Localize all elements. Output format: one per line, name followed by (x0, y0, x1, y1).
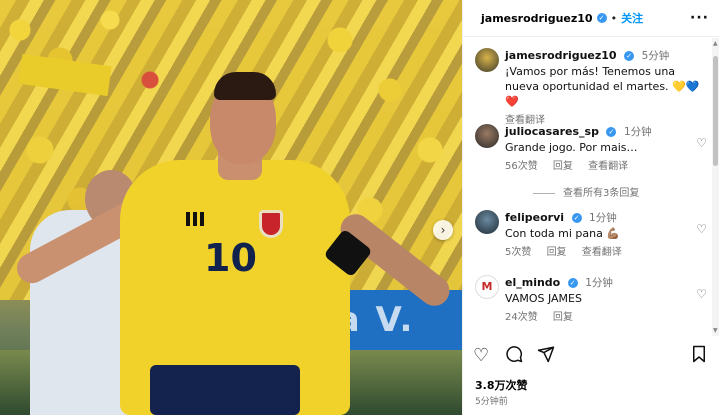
comment: juliocasares_sp ✓ 1分钟 Grande jogo. Por m… (475, 124, 707, 174)
heart-icon[interactable]: ♡ (473, 345, 489, 366)
reply-button[interactable]: 回复 (553, 161, 573, 172)
avatar[interactable]: M (475, 275, 499, 299)
comment-text: VAMOS JAMES (505, 292, 582, 305)
comments-list[interactable]: jamesrodriguez10 ✓ 5分钟 ¡Vamos por más! T… (463, 38, 713, 336)
comment-time: 1分钟 (585, 277, 613, 289)
comment-icon[interactable] (505, 345, 523, 368)
avatar[interactable] (475, 210, 499, 234)
heart-icon[interactable]: ♡ (696, 136, 707, 150)
avatar[interactable] (475, 48, 499, 72)
comment-username[interactable]: el_mindo (505, 276, 560, 289)
reply-button[interactable]: 回复 (553, 312, 573, 323)
scroll-down-icon[interactable]: ▼ (713, 327, 718, 334)
player-shorts (150, 365, 300, 415)
likes-count[interactable]: 3.8万次赞 (475, 377, 528, 393)
team-crest (259, 210, 283, 238)
share-icon[interactable] (537, 345, 555, 368)
avatar[interactable] (475, 124, 499, 148)
kit-brand-logo (186, 212, 204, 226)
comment-username[interactable]: juliocasares_sp (505, 125, 599, 138)
translate-link[interactable]: 查看翻译 (588, 161, 628, 172)
verified-badge-icon: ✓ (571, 213, 582, 223)
player-hair (214, 72, 276, 100)
caption-text: ¡Vamos por más! Tenemos una nueva oportu… (505, 65, 700, 108)
scrollbar-thumb[interactable] (713, 56, 718, 166)
verified-badge-icon: ✓ (606, 127, 617, 137)
caption: jamesrodriguez10 ✓ 5分钟 ¡Vamos por más! T… (475, 48, 707, 128)
post-timestamp: 5分钟前 (475, 397, 508, 407)
comment-likes[interactable]: 5次赞 (505, 247, 531, 258)
more-options-icon[interactable]: ··· (690, 10, 709, 26)
post-photo[interactable]: ra V. 10 › (0, 0, 462, 415)
verified-badge-icon: ✓ (596, 13, 607, 23)
comment-likes[interactable]: 56次赞 (505, 161, 538, 172)
scroll-up-icon[interactable]: ▲ (713, 40, 718, 47)
bookmark-icon[interactable] (691, 345, 707, 368)
heart-icon[interactable]: ♡ (696, 287, 707, 301)
comment-text: Grande jogo. Por mais… (505, 141, 638, 154)
comment: M el_mindo ✓ 1分钟 VAMOS JAMES 24次赞 回复 ♡ (475, 275, 707, 325)
next-arrow-icon[interactable]: › (433, 220, 453, 240)
view-replies-link[interactable]: 查看所有3条回复 (533, 184, 639, 199)
heart-icon[interactable]: ♡ (696, 222, 707, 236)
post-side-panel: jamesrodriguez10 ✓ • 关注 ··· jamesrodrigu… (462, 0, 719, 415)
post-actions: ♡ (473, 345, 709, 369)
divider (533, 192, 555, 194)
reply-button[interactable]: 回复 (547, 247, 567, 258)
verified-badge-icon: ✓ (567, 278, 578, 288)
comment-username[interactable]: felipeorvi (505, 211, 564, 224)
follow-button[interactable]: 关注 (621, 10, 643, 26)
comments-scrollbar[interactable]: ▲ ▼ (712, 38, 719, 336)
post-header: jamesrodriguez10 ✓ • 关注 ··· (463, 0, 719, 37)
comment: felipeorvi ✓ 1分钟 Con toda mi pana 💪🏽 5次赞… (475, 210, 707, 260)
verified-badge-icon: ✓ (624, 51, 635, 61)
caption-time: 5分钟 (641, 50, 670, 62)
comment-likes[interactable]: 24次赞 (505, 312, 538, 323)
header-username[interactable]: jamesrodriguez10 (481, 12, 593, 25)
separator-dot: • (610, 11, 618, 25)
comment-time: 1分钟 (589, 212, 617, 224)
comment-time: 1分钟 (623, 126, 652, 138)
view-replies-label: 查看所有3条回复 (563, 188, 640, 199)
jersey-number: 10 (204, 236, 257, 280)
translate-link[interactable]: 查看翻译 (582, 247, 622, 258)
comment-text: Con toda mi pana 💪🏽 (505, 227, 621, 240)
caption-username[interactable]: jamesrodriguez10 (505, 49, 617, 62)
